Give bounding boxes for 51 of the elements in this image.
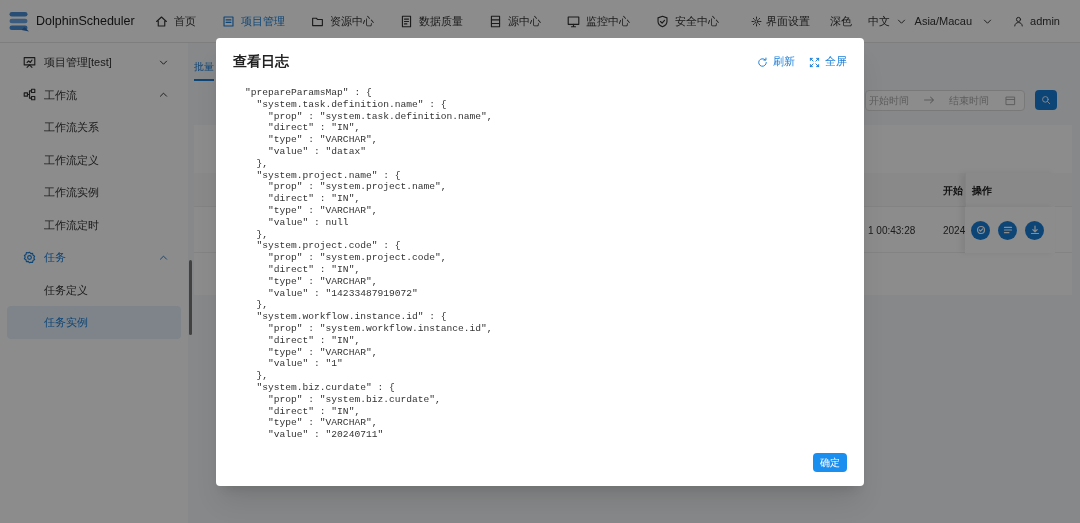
theme-button[interactable]: 深色: [829, 12, 852, 30]
timezone-dropdown[interactable]: Asia/Macau: [914, 12, 994, 30]
column-header: 开始: [943, 184, 963, 198]
document-icon: [399, 14, 413, 28]
nav-item[interactable]: 项目管理: [221, 0, 285, 42]
app-name: DolphinScheduler: [36, 12, 135, 30]
action-button[interactable]: [971, 220, 990, 240]
dialog-title: 查看日志: [233, 52, 290, 71]
server-icon: [488, 14, 502, 28]
flow-icon: [23, 88, 36, 102]
nav-item[interactable]: 安全中心: [655, 0, 719, 42]
action-button[interactable]: [998, 220, 1017, 240]
sidebar-item[interactable]: 任务: [7, 241, 181, 274]
table-cell-text: 1 00:43:28: [868, 224, 916, 238]
board-icon: [221, 14, 235, 28]
monitor-icon: [566, 14, 580, 28]
ok-button[interactable]: 确定: [813, 453, 847, 472]
user-menu[interactable]: admin: [1013, 12, 1060, 30]
nav-item[interactable]: 源中心: [488, 0, 541, 42]
settings-button[interactable]: 界面设置: [750, 12, 810, 30]
nav-item[interactable]: 数据质量: [399, 0, 463, 42]
sidebar-item[interactable]: 项目管理[test]: [7, 46, 181, 79]
calendar-icon: [1005, 94, 1016, 106]
refresh-button[interactable]: 刷新: [757, 54, 795, 70]
home-icon: [154, 14, 168, 28]
nav-item[interactable]: 首页: [154, 0, 196, 42]
sidebar-item[interactable]: 工作流实例: [7, 176, 181, 209]
fullscreen-button[interactable]: 全屏: [809, 54, 847, 70]
search-icon: [1041, 95, 1051, 105]
nav-item[interactable]: 监控中心: [566, 0, 630, 42]
user-icon: [1013, 15, 1025, 27]
refresh-icon: [757, 56, 768, 68]
action-button[interactable]: [1025, 220, 1044, 240]
log-text: "prepareParamsMap" : { "system.task.definition.name" : { "prop" : "system.task.definition.name", "direct" : "IN", "type" : "VARCHAR", "value" : "datax" }, "system.project.name" : { "prop" : "system.project.name", "direct" : "IN", "type" : "VARCHAR", "value" : null }, "system.project.code" : { "prop" : "system.project.code", "direct" : "IN", "type" : "VARCHAR", "value" : "14233487919072" }, "system.workflow.instance.id" : { "prop" : "system.workflow.instance.id", "direct" : "IN", "type" : "VARCHAR", "value" : "1" }, "system.biz.curdate" : { "prop" : "system.biz.curdate", "direct" : "IN", "type" : "VARCHAR", "value" : "20240711": [244, 86, 494, 443]
tab[interactable]: 批量: [194, 51, 214, 81]
nav-item[interactable]: 资源中心: [310, 0, 374, 42]
sidebar-item[interactable]: 工作流定时: [7, 208, 181, 241]
arrow-right-icon: [923, 94, 935, 106]
presentation-icon: [23, 55, 36, 69]
column-header: 操作: [972, 183, 992, 198]
sidebar-item[interactable]: 任务定义: [7, 273, 181, 306]
sidebar-item[interactable]: 工作流定义: [7, 143, 181, 176]
sidebar-item[interactable]: 任务实例: [7, 306, 181, 339]
table-cell-text: 2024: [943, 224, 966, 238]
sidebar-item[interactable]: 工作流: [7, 78, 181, 111]
scrollbar[interactable]: [189, 260, 192, 335]
sidebar-item[interactable]: 工作流关系: [7, 111, 181, 144]
search-button[interactable]: [1035, 90, 1057, 110]
shield-icon: [655, 14, 669, 28]
language-dropdown[interactable]: 中文: [867, 12, 907, 30]
expand-icon: [809, 56, 820, 68]
